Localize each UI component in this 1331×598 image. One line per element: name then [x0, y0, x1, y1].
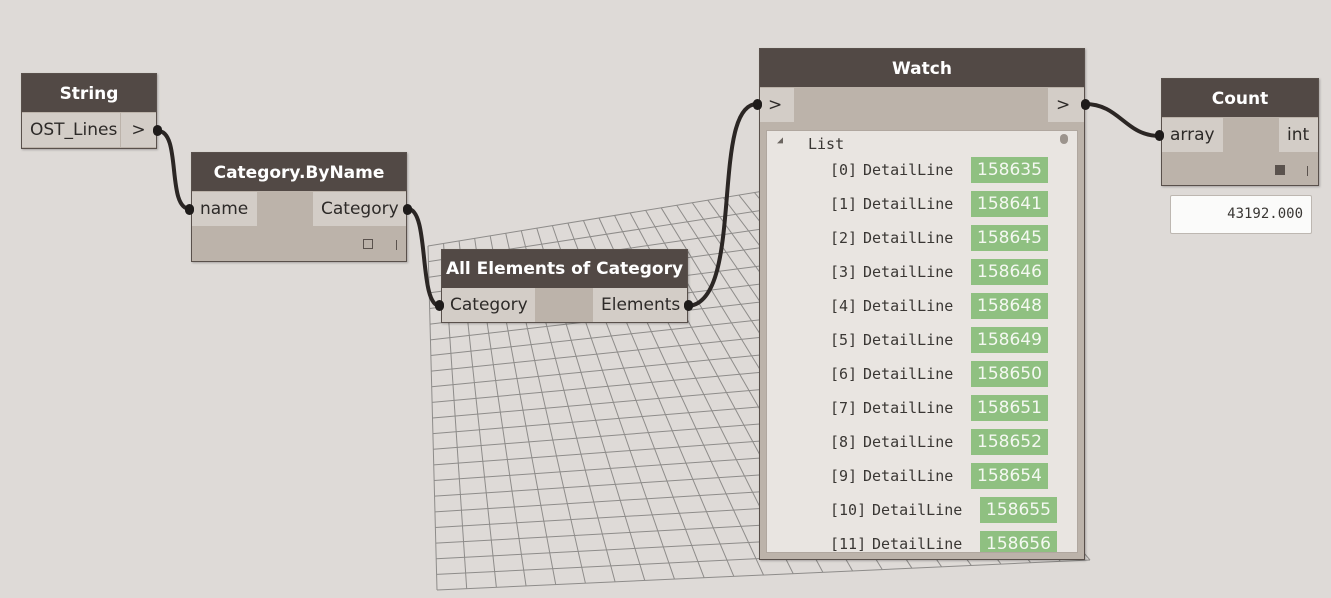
node-preview-toggle-icon[interactable] — [1275, 165, 1285, 175]
list-item-type: DetailLine — [863, 161, 954, 179]
list-item-element-id[interactable]: 158645 — [971, 225, 1048, 251]
node-title: String — [22, 74, 156, 112]
list-item-element-id[interactable]: 158646 — [971, 259, 1048, 285]
string-output-port[interactable]: > — [121, 113, 156, 147]
category-output-pin[interactable] — [403, 204, 412, 215]
node-preview-toggle-icon[interactable] — [363, 239, 373, 249]
list-item-element-id[interactable]: 158651 — [971, 395, 1048, 421]
list-item-index: [10] — [830, 501, 867, 519]
list-item-type: DetailLine — [863, 263, 954, 281]
list-item: [8] DetailLine 158652 — [830, 428, 1070, 456]
list-item-index: [1] — [830, 195, 858, 213]
list-item-type: DetailLine — [872, 501, 963, 519]
watch-output-port[interactable]: > — [1048, 88, 1084, 122]
list-item-type: DetailLine — [863, 195, 954, 213]
list-item-index: [6] — [830, 365, 858, 383]
list-item: [2] DetailLine 158645 — [830, 224, 1070, 252]
list-item: [4] DetailLine 158648 — [830, 292, 1070, 320]
wire-watch-to-count — [1083, 102, 1162, 138]
node-title: Category.ByName — [192, 153, 406, 191]
list-item-index: [0] — [830, 161, 858, 179]
list-item-type: DetailLine — [863, 297, 954, 315]
list-item-element-id[interactable]: 158648 — [971, 293, 1048, 319]
array-input-port[interactable]: array — [1162, 118, 1223, 152]
list-item-index: [11] — [830, 535, 867, 553]
list-item: [10] DetailLine 158655 — [830, 496, 1070, 524]
list-item-element-id[interactable]: 158635 — [971, 157, 1048, 183]
list-item-type: DetailLine — [863, 365, 954, 383]
watch-node[interactable]: Watch > > ◢ List [0] DetailLine 158635 [1] D… — [759, 48, 1085, 560]
list-item-type: DetailLine — [863, 467, 954, 485]
int-output-port[interactable]: int — [1279, 118, 1318, 152]
scrollbar-thumb[interactable] — [1060, 134, 1068, 144]
wire-string-to-category-byname — [156, 129, 192, 211]
count-node[interactable]: Count array int — [1161, 78, 1319, 186]
list-item: [5] DetailLine 158649 — [830, 326, 1070, 354]
elements-output-pin[interactable] — [684, 300, 693, 311]
name-input-port[interactable]: name — [192, 192, 257, 226]
list-item-index: [9] — [830, 467, 858, 485]
list-item-element-id[interactable]: 158650 — [971, 361, 1048, 387]
node-lacing-indicator — [396, 240, 397, 250]
list-item: [3] DetailLine 158646 — [830, 258, 1070, 286]
node-title: Watch — [760, 49, 1084, 87]
list-item-index: [8] — [830, 433, 858, 451]
list-item: [7] DetailLine 158651 — [830, 394, 1070, 422]
list-item-type: DetailLine — [863, 399, 954, 417]
list-item: [11] DetailLine 158656 — [830, 530, 1070, 553]
list-item-index: [3] — [830, 263, 858, 281]
elements-output-port[interactable]: Elements — [593, 288, 687, 322]
list-item-index: [2] — [830, 229, 858, 247]
list-item-element-id[interactable]: 158652 — [971, 429, 1048, 455]
category-output-port[interactable]: Category — [313, 192, 406, 226]
node-title: All Elements of Category — [442, 250, 687, 288]
watch-input-pin[interactable] — [753, 99, 762, 110]
list-item-type: DetailLine — [863, 433, 954, 451]
list-label: List — [808, 135, 845, 153]
category-input-port[interactable]: Category — [442, 288, 535, 322]
node-title: Count — [1162, 79, 1318, 117]
array-input-pin[interactable] — [1155, 130, 1164, 141]
list-item-type: DetailLine — [863, 229, 954, 247]
string-output-pin[interactable] — [153, 125, 162, 136]
list-collapse-icon[interactable]: ◢ — [777, 135, 783, 146]
list-item-element-id[interactable]: 158655 — [980, 497, 1057, 523]
list-item-type: DetailLine — [863, 331, 954, 349]
node-lacing-indicator — [1307, 166, 1308, 176]
name-input-pin[interactable] — [185, 204, 194, 215]
watch-output-panel[interactable]: ◢ List [0] DetailLine 158635 [1] DetailLine 1… — [766, 130, 1078, 553]
string-node[interactable]: String OST_Lines > — [21, 73, 157, 149]
string-value-field[interactable]: OST_Lines — [22, 113, 120, 147]
list-item: [9] DetailLine 158654 — [830, 462, 1070, 490]
count-result-preview: 43192.000 — [1170, 195, 1312, 234]
wire-category-to-all-elements — [406, 207, 442, 308]
graph-canvas[interactable]: String OST_Lines > Category.ByName name … — [0, 0, 1331, 598]
all-elements-node[interactable]: All Elements of Category Category Elemen… — [441, 249, 688, 323]
category-byname-node[interactable]: Category.ByName name Category — [191, 152, 407, 262]
list-item-element-id[interactable]: 158641 — [971, 191, 1048, 217]
list-item-index: [4] — [830, 297, 858, 315]
watch-output-pin[interactable] — [1081, 99, 1090, 110]
list-item-type: DetailLine — [872, 535, 963, 553]
list-item-element-id[interactable]: 158649 — [971, 327, 1048, 353]
list-item-index: [5] — [830, 331, 858, 349]
list-item: [1] DetailLine 158641 — [830, 190, 1070, 218]
list-item-element-id[interactable]: 158656 — [980, 531, 1057, 552]
list-item: [6] DetailLine 158650 — [830, 360, 1070, 388]
list-item-element-id[interactable]: 158654 — [971, 463, 1048, 489]
list-item-index: [7] — [830, 399, 858, 417]
category-input-pin[interactable] — [435, 300, 444, 311]
watch-input-port[interactable]: > — [760, 88, 794, 122]
list-item: [0] DetailLine 158635 — [830, 156, 1070, 184]
